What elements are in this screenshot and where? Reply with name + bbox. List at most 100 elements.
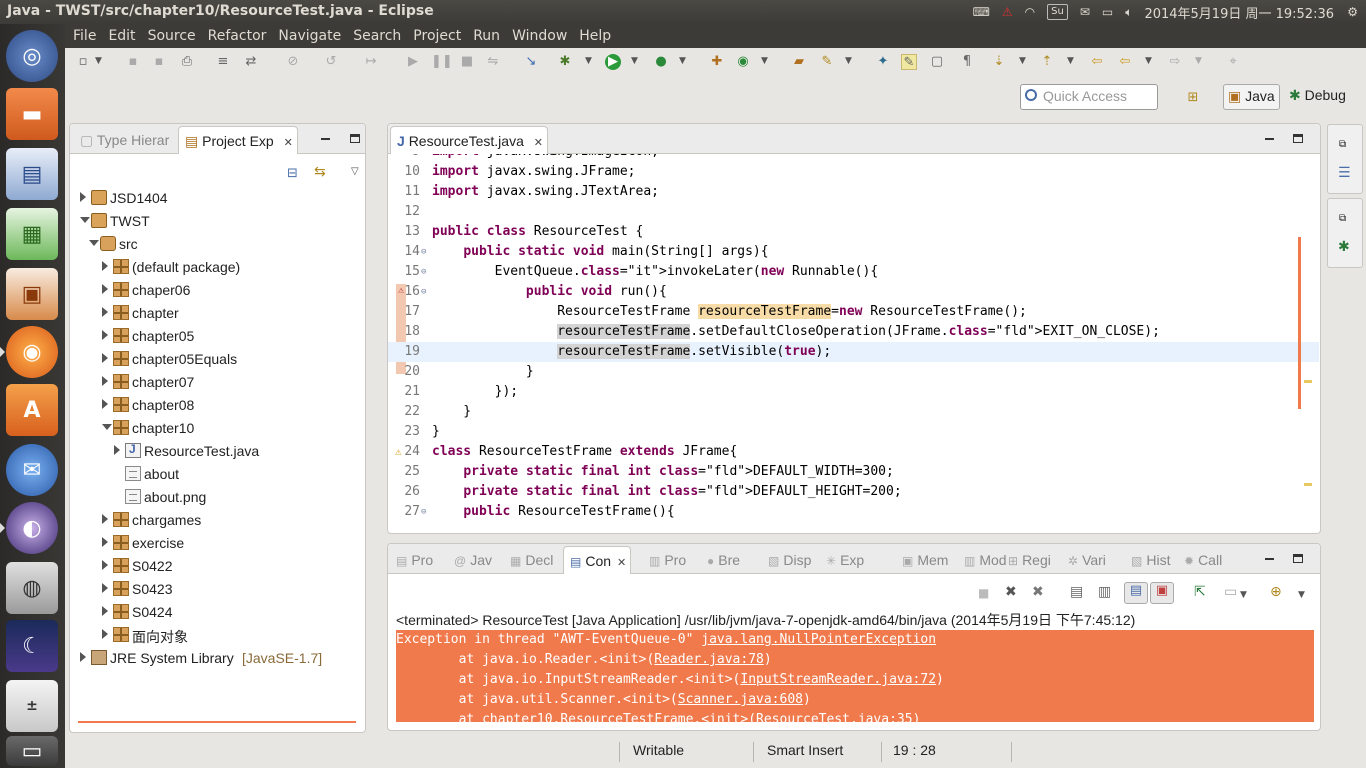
view-menu-icon[interactable]: ▽ <box>351 166 359 177</box>
code-line[interactable]: 25 private static final int class="fld">… <box>388 462 1319 482</box>
perspective-debug[interactable]: ✱ Debug <box>1285 84 1350 110</box>
forward-dropdown-icon[interactable]: ▼ <box>1195 56 1202 66</box>
code-editor[interactable]: 9 import javax.swing.ImageIcon; 10 import j… <box>388 154 1319 528</box>
debug-icon[interactable]: ✱ <box>557 54 573 70</box>
restore-icon[interactable]: ⧉ <box>1339 213 1346 224</box>
code-line[interactable]: 26 private static final int class="fld">… <box>388 482 1319 502</box>
collapsed-arrow-icon[interactable] <box>102 560 108 570</box>
toggle-breadcrumb-icon[interactable]: ⇄ <box>243 54 259 70</box>
quick-access-input[interactable]: Quick Access <box>1020 84 1158 110</box>
skip-breakpoints-icon[interactable]: ⊘ <box>285 54 301 70</box>
fold-toggle-icon[interactable]: ⊖ <box>421 262 426 282</box>
tab-resourcetest-java[interactable]: J ResourceTest.java ✕ <box>390 126 548 154</box>
last-edit-location-icon[interactable]: ⇦ <box>1089 54 1105 70</box>
mail-icon[interactable]: ✉ <box>1080 5 1090 19</box>
pin-console-icon[interactable]: ⇱ <box>1194 584 1206 600</box>
code-line[interactable]: 12 <box>388 202 1319 222</box>
collapsed-arrow-icon[interactable] <box>102 353 108 363</box>
bottom-tab[interactable]: ▤ Pro <box>390 546 437 574</box>
volume-icon[interactable]: 🔈︎ <box>1125 5 1132 20</box>
code-line[interactable]: 17 ResourceTestFrame resourceTestFrame=n… <box>388 302 1319 322</box>
collapsed-arrow-icon[interactable] <box>80 652 86 662</box>
stacktrace-link[interactable]: java.lang.NullPointerException <box>701 632 936 647</box>
open-console-icon[interactable]: ⊕ <box>1270 584 1282 600</box>
wifi-icon[interactable]: ◠ <box>1025 5 1035 19</box>
code-line[interactable]: 24 ⚠ class ResourceTestFrame extends JFram… <box>388 442 1319 462</box>
code-line[interactable]: 19 resourceTestFrame.setVisible(true); <box>388 342 1319 362</box>
bottom-tab[interactable]: ✳ Exp <box>820 546 868 574</box>
warning-icon[interactable]: ⚠ <box>1002 5 1013 19</box>
toggle-markers-icon[interactable]: ≡ <box>215 54 231 70</box>
impress-icon[interactable]: ▣ <box>6 268 58 320</box>
toggle-highlight-icon[interactable]: ✎ <box>901 54 917 70</box>
outline-icon[interactable]: ☰ <box>1338 165 1351 181</box>
power-icon[interactable]: ⚙ <box>1347 5 1358 19</box>
bottom-tab[interactable]: @ Jav <box>448 546 496 574</box>
back-dropdown-icon[interactable]: ▼ <box>1145 56 1152 66</box>
collapse-all-icon[interactable]: ⊟ <box>287 166 298 181</box>
code-line[interactable]: 18 resourceTestFrame.setDefaultCloseOper… <box>388 322 1319 342</box>
new-class-dropdown-icon[interactable]: ▼ <box>761 56 768 66</box>
scroll-lock-icon[interactable]: ▥ <box>1098 584 1111 600</box>
restore-icon[interactable]: ⧉ <box>1339 139 1346 150</box>
menu-window[interactable]: Window <box>506 28 573 44</box>
rhythmbox-icon[interactable]: ◍ <box>6 562 58 614</box>
calc-icon[interactable]: ▦ <box>6 208 58 260</box>
new-dropdown-icon[interactable]: ▼ <box>95 56 102 66</box>
show-whitespace-icon[interactable]: ▢ <box>929 54 945 70</box>
bottom-tab[interactable]: ▦ Decl <box>504 546 557 574</box>
menu-refactor[interactable]: Refactor <box>202 28 273 44</box>
code-line[interactable]: 23} <box>388 422 1319 442</box>
use-step-filters-icon[interactable]: ↦ <box>363 54 379 70</box>
collapsed-arrow-icon[interactable] <box>80 192 86 202</box>
close-icon[interactable]: ✕ <box>284 137 293 149</box>
perspective-java[interactable]: ▣ Java <box>1223 84 1280 110</box>
terminate-icon[interactable]: ■ <box>459 54 475 70</box>
code-line[interactable]: 10 import javax.swing.JFrame; <box>388 162 1319 182</box>
external-tools-dropdown-icon[interactable]: ▼ <box>679 56 686 66</box>
code-line[interactable]: 15 ⊖ EventQueue.class="it">invokeLater(ne… <box>388 262 1319 282</box>
expanded-arrow-icon[interactable] <box>89 240 99 246</box>
fold-toggle-icon[interactable]: ⊖ <box>421 502 426 522</box>
maximize-icon[interactable] <box>1293 554 1303 563</box>
previous-annotation-dropdown-icon[interactable]: ▼ <box>1067 56 1074 66</box>
battery-icon[interactable]: ▭ <box>1102 5 1113 19</box>
fold-toggle-icon[interactable]: ⊖ <box>421 242 426 262</box>
software-center-icon[interactable]: A <box>6 384 58 436</box>
stellarium-icon[interactable]: ☾ <box>6 620 58 672</box>
bottom-tab[interactable]: ▧ Hist <box>1125 546 1174 574</box>
collapsed-arrow-icon[interactable] <box>102 376 108 386</box>
disconnect-icon[interactable]: ⇋ <box>485 54 501 70</box>
collapsed-arrow-icon[interactable] <box>102 606 108 616</box>
bottom-tab[interactable]: ● Bre <box>701 546 744 574</box>
open-type-icon[interactable]: ▰ <box>791 54 807 70</box>
stacktrace-link[interactable]: Reader.java:78 <box>654 652 764 667</box>
resume-icon[interactable]: ▶ <box>405 54 421 70</box>
display-console-icon[interactable]: ▭ <box>1224 584 1237 600</box>
remove-all-icon[interactable]: ✖ <box>1032 584 1044 600</box>
open-console-dropdown-icon[interactable]: ▼ <box>1298 590 1305 600</box>
collapsed-arrow-icon[interactable] <box>102 537 108 547</box>
minimize-icon[interactable] <box>321 138 330 140</box>
run-external-tools-icon[interactable]: ● <box>653 54 669 70</box>
run-dropdown-icon[interactable]: ▼ <box>631 56 638 66</box>
code-line[interactable]: 16 ⚠ ⊖ public void run(){ <box>388 282 1319 374</box>
new-class-icon[interactable]: ◉ <box>735 54 751 70</box>
stacktrace-link[interactable]: Scanner.java:608 <box>678 692 803 707</box>
expanded-arrow-icon[interactable] <box>80 217 90 223</box>
drop-to-frame-icon[interactable]: ↺ <box>323 54 339 70</box>
terminate-icon[interactable]: ■ <box>978 586 989 600</box>
clear-console-icon[interactable]: ▤ <box>1070 584 1083 600</box>
writer-icon[interactable]: ▤ <box>6 148 58 200</box>
print-icon[interactable]: ⎙ <box>179 54 195 70</box>
show-on-output-icon[interactable]: ▣ <box>1150 582 1174 604</box>
close-icon[interactable]: ✕ <box>617 557 626 569</box>
firefox-icon[interactable]: ◉ <box>0 326 58 378</box>
new-java-project-icon[interactable]: ✚ <box>709 54 725 70</box>
open-perspective-icon[interactable]: ⊞ <box>1185 90 1201 106</box>
warning-icon[interactable]: ⚠ <box>395 442 402 462</box>
expanded-arrow-icon[interactable] <box>102 424 112 430</box>
next-annotation-icon[interactable]: ⇣ <box>991 54 1007 70</box>
display-console-dropdown-icon[interactable]: ▼ <box>1240 590 1247 600</box>
save-icon[interactable]: ▪ <box>125 54 141 70</box>
